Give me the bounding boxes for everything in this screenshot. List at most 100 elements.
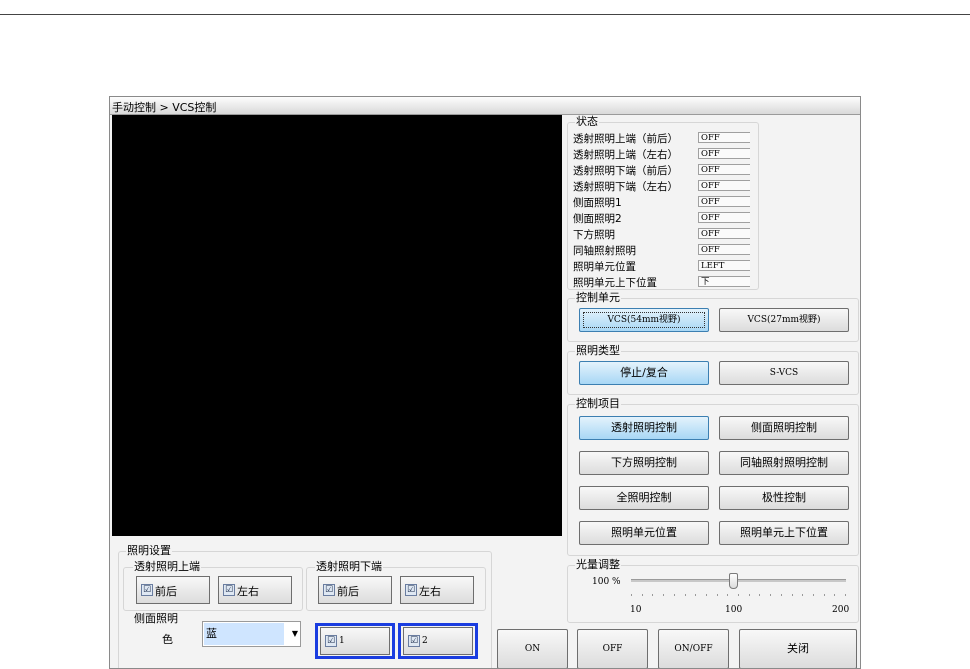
side-light-1-label: 1 xyxy=(339,636,345,646)
control-items-title: 控制项目 xyxy=(575,397,621,410)
upper-transmitted-title: 透射照明上端 xyxy=(133,560,201,573)
check-icon: ☑ xyxy=(141,584,153,596)
side-light-2-checkbox[interactable]: ☑ 2 xyxy=(403,627,473,655)
slider-tick xyxy=(695,594,697,596)
light-unit-updown-position-button[interactable]: 照明单元上下位置 xyxy=(719,521,849,545)
lower-left-right-label: 左右 xyxy=(419,585,441,598)
slider-tick xyxy=(759,594,761,596)
upper-left-right-checkbox[interactable]: ☑ 左右 xyxy=(218,576,292,604)
side-light-1-checkbox[interactable]: ☑ 1 xyxy=(320,627,390,655)
s-vcs-button[interactable]: S-VCS xyxy=(719,361,849,385)
light-adjust-title: 光量调整 xyxy=(575,558,621,571)
status-row-value: OFF xyxy=(698,180,750,191)
window-title: 手动控制 > VCS控制 xyxy=(112,101,217,114)
slider-tick xyxy=(663,594,665,596)
status-row-label: 透射照明上端（前后） xyxy=(573,133,678,145)
side-light-control-button[interactable]: 侧面照明控制 xyxy=(719,416,849,440)
status-group-title: 状态 xyxy=(575,115,599,128)
light-level-readout: 100 % xyxy=(592,577,621,587)
check-icon: ☑ xyxy=(223,584,235,596)
off-button[interactable]: OFF xyxy=(577,629,648,668)
window-titlebar: 手动控制 > VCS控制 xyxy=(110,97,860,115)
status-row-value: OFF xyxy=(698,196,750,207)
color-select[interactable]: 蓝 ▼ xyxy=(202,621,301,647)
slider-mid-label: 100 xyxy=(725,605,743,615)
stop-composite-button[interactable]: 停止/复合 xyxy=(579,361,709,385)
slider-tick xyxy=(748,594,750,596)
status-row-label: 透射照明下端（前后） xyxy=(573,165,678,177)
slider-min-label: 10 xyxy=(630,605,642,615)
slider-tick xyxy=(652,594,654,596)
status-row-value: LEFT xyxy=(698,260,750,271)
slider-tick xyxy=(791,594,793,596)
status-row-label: 下方照明 xyxy=(573,229,615,241)
lower-left-right-checkbox[interactable]: ☑ 左右 xyxy=(400,576,474,604)
slider-tick xyxy=(673,594,675,596)
on-off-button[interactable]: ON/OFF xyxy=(658,629,729,668)
status-row-value: OFF xyxy=(698,164,750,175)
close-button[interactable]: 关闭 xyxy=(739,629,857,668)
light-unit-position-button[interactable]: 照明单元位置 xyxy=(579,521,709,545)
status-row-label: 侧面照明2 xyxy=(573,213,622,225)
on-button[interactable]: ON xyxy=(497,629,568,668)
dropdown-arrow-icon[interactable]: ▼ xyxy=(292,629,298,638)
slider-tick xyxy=(641,594,643,596)
slider-tick xyxy=(770,594,772,596)
light-slider-track[interactable] xyxy=(631,579,846,582)
vcs-54mm-button[interactable]: VCS(54mm视野) xyxy=(579,308,709,332)
slider-tick xyxy=(716,594,718,596)
status-row-value: 下 xyxy=(698,276,750,287)
slider-tick xyxy=(823,594,825,596)
slider-tick xyxy=(705,594,707,596)
check-icon: ☑ xyxy=(408,635,420,647)
lower-front-back-checkbox[interactable]: ☑ 前后 xyxy=(318,576,392,604)
bottom-light-control-button[interactable]: 下方照明控制 xyxy=(579,451,709,475)
status-row-label: 透射照明下端（左右） xyxy=(573,181,678,193)
all-light-control-button[interactable]: 全照明控制 xyxy=(579,486,709,510)
side-light-title: 侧面照明 xyxy=(133,612,179,625)
status-row-value: OFF xyxy=(698,132,750,143)
check-icon: ☑ xyxy=(323,584,335,596)
check-icon: ☑ xyxy=(405,584,417,596)
slider-tick xyxy=(812,594,814,596)
check-icon: ☑ xyxy=(325,635,337,647)
lower-front-back-label: 前后 xyxy=(337,585,359,598)
status-row-label: 透射照明上端（左右） xyxy=(573,149,678,161)
light-slider-thumb[interactable] xyxy=(729,573,738,589)
slider-tick xyxy=(727,594,729,596)
status-row-value: OFF xyxy=(698,244,750,255)
status-row-label: 同轴照射照明 xyxy=(573,245,636,257)
status-row-value: OFF xyxy=(698,148,750,159)
status-row-value: OFF xyxy=(698,212,750,223)
light-settings-title: 照明设置 xyxy=(126,544,172,557)
coaxial-light-control-button[interactable]: 同轴照射照明控制 xyxy=(719,451,849,475)
light-adjust-group xyxy=(567,565,859,623)
transmitted-light-control-button[interactable]: 透射照明控制 xyxy=(579,416,709,440)
lower-transmitted-title: 透射照明下端 xyxy=(315,560,383,573)
control-unit-title: 控制单元 xyxy=(575,291,621,304)
slider-tick xyxy=(738,594,739,596)
status-row-label: 照明单元上下位置 xyxy=(573,277,657,289)
slider-tick xyxy=(684,594,686,596)
color-select-value: 蓝 xyxy=(204,623,284,645)
vcs-27mm-button[interactable]: VCS(27mm视野) xyxy=(719,308,849,332)
page-top-rule xyxy=(0,14,970,15)
camera-view xyxy=(112,115,562,536)
light-type-title: 照明类型 xyxy=(575,344,621,357)
upper-front-back-checkbox[interactable]: ☑ 前后 xyxy=(136,576,210,604)
upper-front-back-label: 前后 xyxy=(155,585,177,598)
side-light-2-label: 2 xyxy=(422,636,428,646)
vcs-control-window: 手动控制 > VCS控制 状态 控制单元 VCS(54mm视野) VCS(27m… xyxy=(109,96,861,669)
slider-tick xyxy=(834,594,836,596)
upper-left-right-label: 左右 xyxy=(237,585,259,598)
color-label: 色 xyxy=(162,633,173,646)
polarity-control-button[interactable]: 极性控制 xyxy=(719,486,849,510)
slider-tick xyxy=(845,594,846,596)
slider-max-label: 200 xyxy=(832,605,850,615)
status-row-label: 侧面照明1 xyxy=(573,197,622,209)
status-row-value: OFF xyxy=(698,228,750,239)
status-row-label: 照明单元位置 xyxy=(573,261,636,273)
slider-tick xyxy=(802,594,804,596)
slider-tick xyxy=(780,594,782,596)
slider-tick xyxy=(631,594,632,596)
